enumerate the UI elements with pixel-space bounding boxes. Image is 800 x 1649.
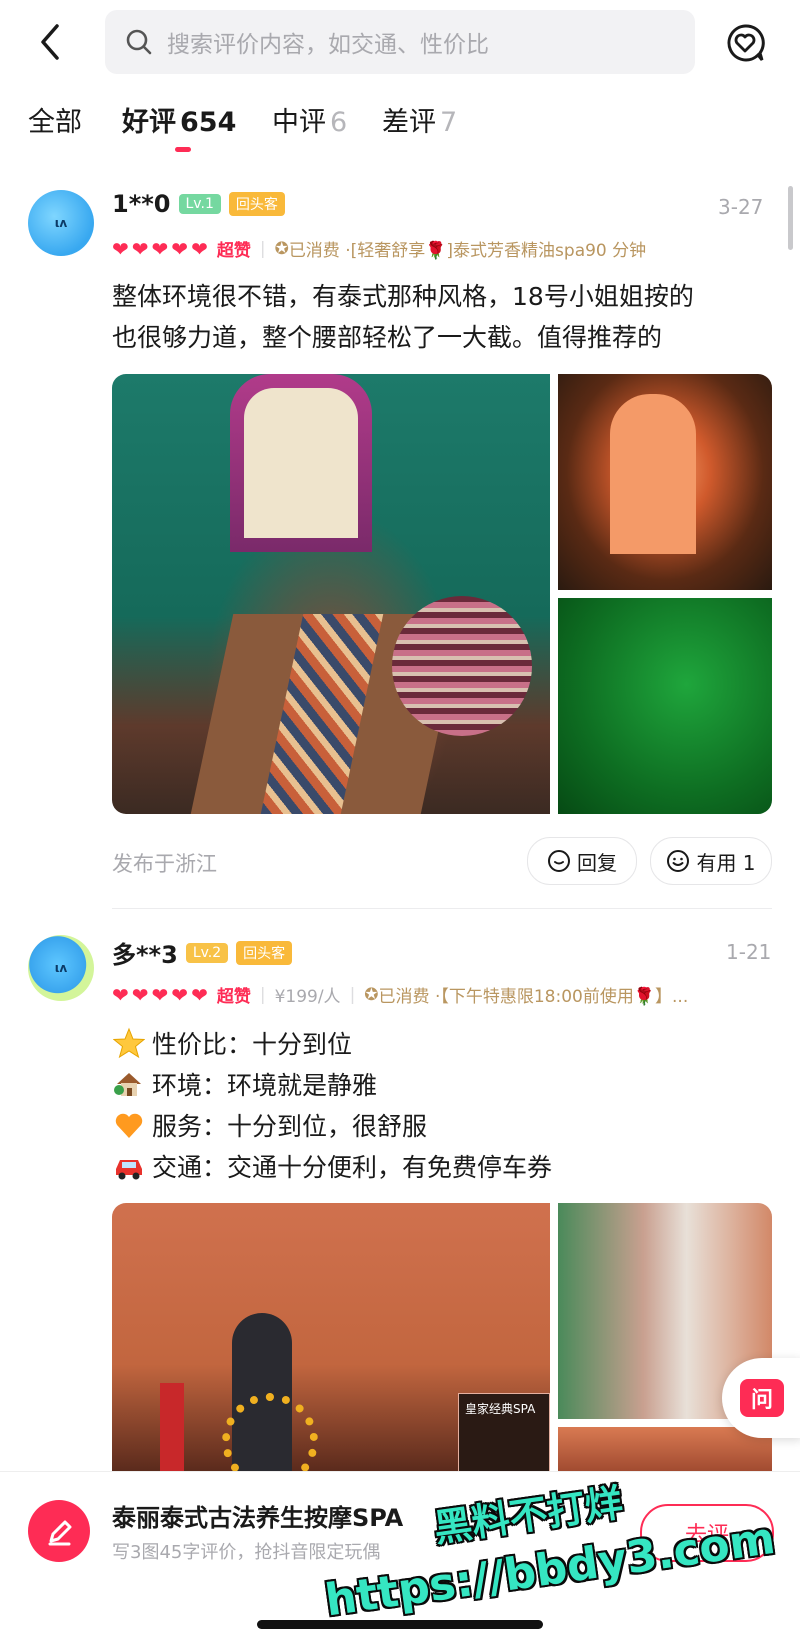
heart-icon: ❤ [112, 982, 129, 1007]
search-placeholder: 搜索评价内容，如交通、性价比 [167, 32, 489, 58]
shop-name: 泰丽泰式古法养生按摩SPA [112, 1504, 404, 1532]
spa-poster: 皇家经典SPA [458, 1393, 550, 1472]
list-item: 服务：十分到位，很舒服 [112, 1104, 552, 1145]
list-item: 性价比：十分到位 [112, 1022, 552, 1063]
heart-icon: ❤ [191, 236, 208, 261]
chat-heart-icon [727, 24, 765, 62]
message-button[interactable] [722, 20, 768, 66]
car-icon [112, 1149, 146, 1183]
reply-button[interactable]: 回复 [527, 837, 637, 885]
heart-icon: ❤ [131, 236, 149, 261]
comment-icon [548, 850, 570, 872]
home-indicator[interactable] [257, 1620, 543, 1629]
level-badge: Lv.2 [185, 942, 229, 963]
pen-icon [48, 1520, 72, 1546]
review-header: 多**3 Lv.2 回头客 [112, 935, 293, 970]
review-photo[interactable] [558, 598, 772, 814]
avatar[interactable]: ιʌ [28, 190, 94, 256]
avatar[interactable]: ιʌ [28, 935, 94, 1001]
review-text: 整体环境很不错，有泰式那种风格，18号小姐姐按的 也很够力道，整个腰部轻松了一大… [112, 282, 694, 352]
star-icon [112, 1026, 146, 1060]
review-photo[interactable] [558, 1427, 772, 1472]
review-tabs: 全部 好评 654 中评 6 差评 7 [0, 100, 800, 160]
back-button[interactable] [28, 20, 72, 64]
rating-label: 超赞 [216, 987, 251, 1007]
ganesha-poster [230, 374, 372, 552]
publish-location: 发布于浙江 [112, 852, 217, 876]
cushion [392, 596, 532, 736]
price-per-person: ¥199/人 [274, 987, 341, 1007]
house-icon [112, 1067, 146, 1101]
smile-icon [667, 850, 690, 872]
heart-icon: ❤ [171, 982, 189, 1007]
username[interactable]: 多**3 [112, 935, 178, 970]
returning-customer-badge: 回头客 [236, 940, 293, 965]
tab-neutral[interactable]: 中评 6 [272, 100, 347, 139]
review-photo[interactable] [112, 374, 550, 814]
heart-icon: ❤ [151, 236, 169, 261]
review-date: 3-27 [718, 195, 764, 219]
heart-icon: ❤ [151, 982, 169, 1007]
review-photo[interactable]: 皇家经典SPA [112, 1203, 550, 1472]
write-review-button[interactable] [28, 1500, 90, 1562]
review-items: 性价比：十分到位 环境：环境就是静雅 服务：十分到位，很舒服 交通：交通十分便利… [112, 1022, 552, 1186]
ask-button[interactable]: 问 [722, 1358, 800, 1438]
search-input[interactable]: 搜索评价内容，如交通、性价比 [105, 10, 695, 74]
useful-button[interactable]: 有用 1 [650, 837, 772, 885]
heart-icon: ❤ [191, 982, 208, 1007]
question-icon: 问 [740, 1379, 784, 1417]
tab-negative[interactable]: 差评 7 [382, 100, 457, 139]
heart-icon [112, 1108, 146, 1142]
list-item: 交通：交通十分便利，有免费停车券 [112, 1145, 552, 1186]
consumed-item[interactable]: 已消费 ·[轻奢舒享🌹]泰式芳香精油spa90 分钟 [289, 236, 646, 261]
list-item: 环境：环境就是静雅 [112, 1063, 552, 1104]
heart-icon: ❤ [112, 236, 129, 261]
chevron-left-icon [41, 24, 59, 60]
tab-positive[interactable]: 好评 654 [122, 100, 236, 139]
search-icon [126, 29, 152, 55]
rating-label: 超赞 [216, 241, 251, 261]
scrollbar[interactable] [788, 186, 793, 250]
consumed-item[interactable]: 已消费 ·【下午特惠限18:00前使用🌹】... [379, 982, 689, 1007]
verified-badge-icon: ✪ [274, 238, 289, 259]
heart-icon: ❤ [171, 236, 189, 261]
review-header: 1**0 Lv.1 回头客 [112, 190, 285, 218]
review-photo[interactable] [558, 374, 772, 590]
review-incentive: 写3图45字评价，抢抖音限定玩偶 [112, 1542, 381, 1563]
returning-customer-badge: 回头客 [228, 192, 285, 216]
heart-icon: ❤ [131, 982, 149, 1007]
level-badge: Lv.1 [178, 194, 221, 214]
username[interactable]: 1**0 [112, 190, 171, 218]
rating-row: ❤ ❤ ❤ ❤ ❤ 超赞 | ✪ 已消费 ·[轻奢舒享🌹]泰式芳香精油spa90… [112, 236, 647, 262]
rating-row: ❤ ❤ ❤ ❤ ❤ 超赞 | ¥199/人 | ✪ 已消费 ·【下午特惠限18:… [112, 982, 689, 1008]
tab-all[interactable]: 全部 [28, 100, 82, 139]
review-date: 1-21 [726, 940, 772, 964]
verified-badge-icon: ✪ [364, 984, 379, 1005]
active-tab-indicator [175, 147, 191, 152]
review-divider [112, 908, 772, 909]
